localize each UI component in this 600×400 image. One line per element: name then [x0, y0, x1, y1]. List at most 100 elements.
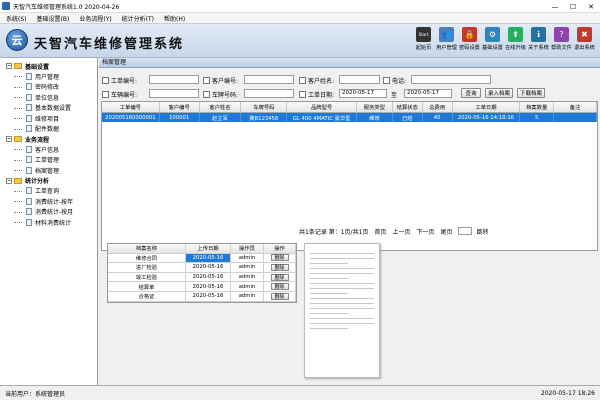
- next-page-link[interactable]: 下一页: [416, 227, 434, 236]
- tree-item[interactable]: 材料消费统计: [0, 217, 97, 228]
- filter-plate-no[interactable]: 车牌号码:: [203, 88, 238, 100]
- toolbar-button-2[interactable]: 🔒 密码设置: [458, 27, 481, 57]
- filter-phone[interactable]: 电话:: [383, 74, 406, 86]
- page-number-input[interactable]: [458, 227, 473, 235]
- checkbox[interactable]: [102, 90, 109, 98]
- grid-column-header[interactable]: 车牌号码: [241, 102, 288, 112]
- date-to-input[interactable]: 2020-05-17: [404, 89, 452, 98]
- menu-statistics[interactable]: 统计分析(T): [122, 14, 154, 23]
- last-page-link[interactable]: 尾页: [440, 227, 452, 236]
- date-from-input[interactable]: 2020-05-17: [339, 89, 387, 98]
- tree-item[interactable]: 密码修改: [0, 82, 97, 93]
- checkbox[interactable]: [383, 76, 390, 84]
- menu-base-settings[interactable]: 基础设置(B): [37, 14, 70, 23]
- checkbox[interactable]: [203, 90, 210, 98]
- list-item[interactable]: 进厂检验 2020-05-16 admin 删除: [108, 263, 296, 273]
- first-page-link[interactable]: 首页: [374, 227, 386, 236]
- list-item[interactable]: 结算单 2020-05-16 admin 删除: [108, 282, 296, 292]
- download-archive-button[interactable]: 下载档案: [517, 88, 545, 98]
- tree-item[interactable]: 工单查询: [0, 186, 97, 197]
- checkbox[interactable]: [299, 90, 306, 98]
- delete-button[interactable]: 删除: [270, 283, 289, 291]
- document-preview[interactable]: [304, 243, 380, 378]
- tree-group[interactable]: − 统计分析: [0, 176, 97, 186]
- tree-group[interactable]: − 业务流程: [0, 134, 97, 144]
- grid-column-header[interactable]: 总费用: [423, 102, 453, 112]
- grid-column-header[interactable]: 备注: [554, 102, 597, 112]
- menu-help[interactable]: 帮助(H): [164, 14, 185, 23]
- checkbox[interactable]: [299, 76, 306, 84]
- toolbar-button-3[interactable]: ⚙ 基础设置: [481, 27, 504, 57]
- query-button[interactable]: 查询: [461, 88, 481, 98]
- sidebar-tree: − 基础设置 用户管理密码修改 单位信息基本数据设置 维修项目 配件数据 − 业务流程 客户信息…: [0, 58, 98, 385]
- tree-item-label: 基本数据设置: [35, 105, 72, 113]
- tree-item[interactable]: 消费统计-按年: [0, 196, 97, 207]
- list-item[interactable]: 合格证 2020-05-16 admin 删除: [108, 291, 296, 302]
- grid-column-header[interactable]: 档案数量: [520, 102, 555, 112]
- filter-order-date[interactable]: 工单日期:: [299, 88, 334, 100]
- grid-body: 202005160000001 100001 赵立军 冀B123456 GL 400 4…: [102, 113, 597, 122]
- table-row[interactable]: 202005160000001 100001 赵立军 冀B123456 GL 400 4…: [102, 113, 597, 122]
- customer-name-input[interactable]: [339, 75, 380, 84]
- tree-item[interactable]: 维修项目: [0, 113, 97, 124]
- minimize-button[interactable]: —: [546, 0, 564, 13]
- toolbar-button-4[interactable]: ⬆ 在线升级: [504, 27, 527, 57]
- menu-workflow[interactable]: 业务流程(Y): [79, 14, 111, 23]
- delete-button[interactable]: 删除: [270, 254, 289, 262]
- checkbox[interactable]: [102, 76, 109, 84]
- toolbar-button-6[interactable]: ? 帮助文件: [550, 27, 573, 57]
- tree-item-label: 消费统计-按月: [35, 209, 74, 217]
- go-page-link[interactable]: 跳转: [476, 227, 488, 236]
- checkbox[interactable]: [203, 76, 210, 84]
- tree-item[interactable]: 档案管理: [0, 165, 97, 176]
- grid-column-header[interactable]: 工单编号: [102, 102, 160, 112]
- plate-no-input[interactable]: [244, 89, 294, 98]
- grid-column-header[interactable]: 品牌型号: [287, 102, 357, 112]
- grid-column-header[interactable]: 服务类型: [357, 102, 393, 112]
- customer-no-input[interactable]: [244, 75, 294, 84]
- info-icon: ℹ: [531, 27, 546, 42]
- vehicle-no-input[interactable]: [149, 89, 199, 98]
- tree-item-label: 密码修改: [35, 84, 60, 92]
- collapse-icon[interactable]: −: [6, 63, 12, 69]
- delete-button[interactable]: 删除: [270, 273, 289, 281]
- menu-system[interactable]: 系统(S): [6, 14, 27, 23]
- grid-column-header[interactable]: 客户编号: [160, 102, 200, 112]
- tree-item[interactable]: 单位信息: [0, 92, 97, 103]
- add-archive-button[interactable]: 录入档案: [485, 88, 513, 98]
- toolbar-button-7[interactable]: ✖ 退出系统: [573, 27, 596, 57]
- tree-item[interactable]: 用户管理: [0, 71, 97, 82]
- grid-cell: 赵立军: [200, 113, 242, 122]
- prev-page-link[interactable]: 上一页: [392, 227, 410, 236]
- tree-group[interactable]: − 基础设置: [0, 61, 97, 71]
- tree-item[interactable]: 工单管理: [0, 155, 97, 166]
- delete-button[interactable]: 删除: [270, 263, 289, 271]
- filter-customer-no[interactable]: 客户编号:: [203, 74, 238, 86]
- collapse-icon[interactable]: −: [6, 177, 12, 184]
- grid-column-header[interactable]: 客户姓名: [200, 102, 242, 112]
- collapse-icon[interactable]: −: [6, 136, 12, 142]
- order-no-input[interactable]: [149, 75, 199, 84]
- filter-customer-name[interactable]: 客户姓名:: [299, 74, 334, 86]
- grid-column-header[interactable]: 工单日期: [453, 102, 521, 112]
- pager-info: 共1条记录 第：1页/共1页: [299, 228, 369, 236]
- tree-item[interactable]: 配件数据: [0, 124, 97, 135]
- close-button[interactable]: ✕: [582, 0, 600, 13]
- maximize-button[interactable]: ☐: [564, 0, 582, 13]
- files-cell: 合格证: [108, 291, 186, 301]
- grid-column-header[interactable]: 结算状态: [393, 102, 423, 112]
- toolbar-button-5[interactable]: ℹ 关于系统: [527, 27, 550, 57]
- toolbar-button-1[interactable]: 👥 用户管理: [435, 27, 458, 57]
- tree-item[interactable]: 客户信息: [0, 144, 97, 155]
- app-window: 天智汽车维修管理系统1.0 2020-04-26 — ☐ ✕ 系统(S) 基础设…: [0, 0, 600, 400]
- tree-item[interactable]: 基本数据设置: [0, 103, 97, 114]
- files-action-cell: 删除: [264, 272, 296, 282]
- tree-item[interactable]: 消费统计-按月: [0, 207, 97, 218]
- toolbar-button-0[interactable]: Start 起始页: [412, 27, 435, 57]
- filter-vehicle-no[interactable]: 车辆编号:: [102, 88, 137, 100]
- list-item[interactable]: 竣工检验 2020-05-16 admin 删除: [108, 272, 296, 283]
- filter-order-no[interactable]: 工单编号:: [102, 74, 137, 86]
- phone-input[interactable]: [411, 75, 491, 84]
- delete-button[interactable]: 删除: [270, 292, 289, 300]
- list-item[interactable]: 维修合同 2020-05-16 admin 删除: [108, 253, 296, 264]
